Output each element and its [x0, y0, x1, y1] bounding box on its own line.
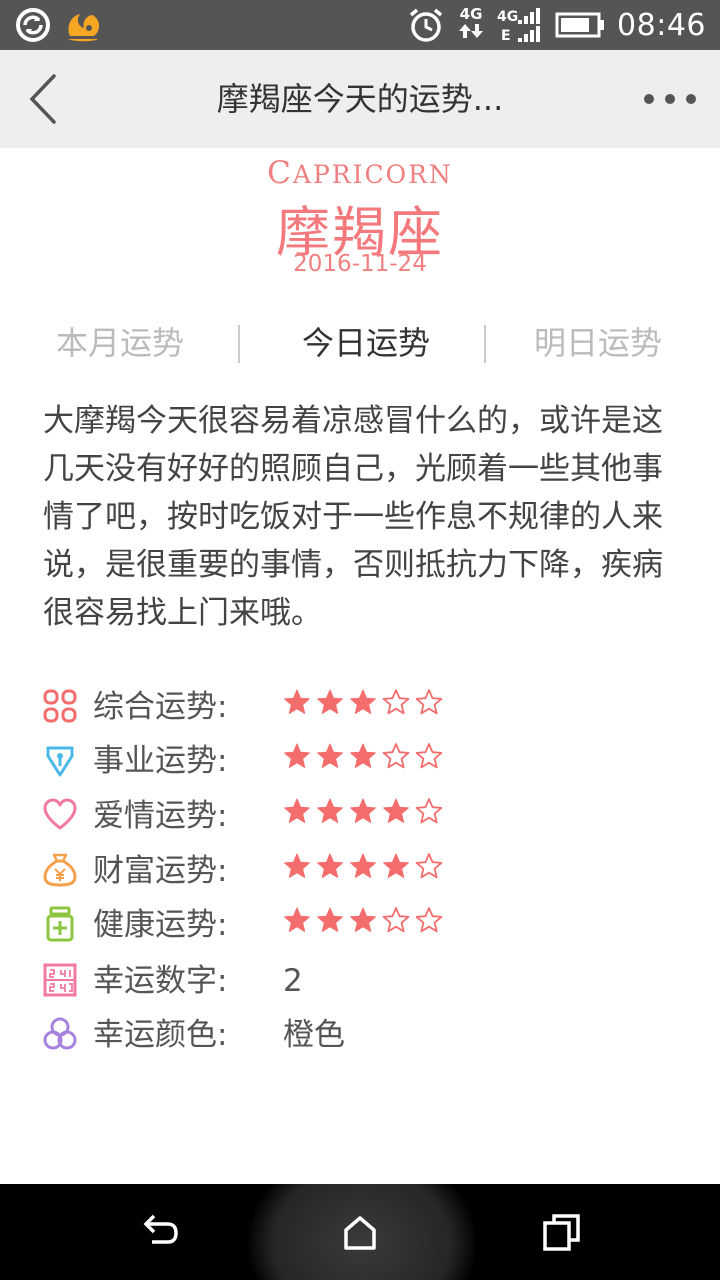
lucky-number-icon: [43, 963, 77, 997]
fortune-row-career: 事业运势:: [0, 734, 720, 788]
zodiac-english-name: CAPRICORN: [0, 155, 720, 191]
signal-type-bottom: E: [501, 28, 511, 44]
more-dot-icon: [686, 94, 696, 104]
more-dot-icon: [644, 94, 654, 104]
top-nav-bar: 摩羯座今天的运势...: [0, 50, 720, 148]
filled-star-icon: [350, 689, 376, 714]
lucky-number-row: 幸运数字: 2: [0, 954, 720, 1008]
fortune-row-wealth: 财富运势:: [0, 844, 720, 898]
filled-star-icon: [383, 798, 409, 823]
period-tabs: 本月运势 今日运势 明日运势: [0, 316, 720, 370]
signal-indicator: 4G E: [497, 6, 543, 44]
star-rating: [283, 906, 443, 942]
lucky-color-label: 幸运颜色:: [93, 1017, 228, 1053]
empty-star-icon: [415, 743, 443, 769]
horoscope-date: 2016-11-24: [293, 251, 427, 277]
love-heart-icon: [43, 798, 77, 830]
filled-star-icon: [317, 907, 343, 932]
lucky-color-row: 幸运颜色: 橙色: [0, 1008, 720, 1062]
fortune-label: 综合运势:: [93, 689, 228, 725]
back-arrow-icon[interactable]: [22, 72, 68, 126]
career-pen-icon: [46, 746, 74, 777]
filled-star-icon: [350, 798, 376, 823]
filled-star-icon: [317, 689, 343, 714]
empty-star-icon: [382, 743, 410, 769]
back-icon[interactable]: [138, 1210, 182, 1254]
filled-star-icon: [350, 907, 376, 932]
empty-star-icon: [382, 907, 410, 933]
empty-star-icon: [382, 689, 410, 715]
data-arrows-icon: [459, 24, 484, 38]
more-dot-icon: [665, 94, 675, 104]
zodiac-english-initial: C: [267, 155, 293, 191]
filled-star-icon: [350, 743, 376, 768]
sync-icon: [16, 8, 50, 42]
home-icon[interactable]: [338, 1210, 382, 1254]
more-options-button[interactable]: [644, 86, 696, 112]
page-title: 摩羯座今天的运势...: [216, 80, 504, 118]
status-left: [14, 6, 104, 44]
filled-star-icon: [284, 689, 310, 714]
network-type-label: 4G: [459, 5, 483, 23]
filled-star-icon: [284, 798, 310, 823]
tab-this-month[interactable]: 本月运势: [20, 316, 220, 370]
filled-star-icon: [317, 853, 343, 878]
fortune-row-love: 爱情运势:: [0, 789, 720, 843]
filled-star-icon: [284, 853, 310, 878]
fortune-row-overall: 综合运势:: [0, 680, 720, 734]
lucky-color-icon: [43, 1017, 77, 1050]
clock-time: 08:46: [617, 7, 706, 43]
lucky-number-value: 2: [283, 963, 303, 999]
empty-star-icon: [415, 907, 443, 933]
fortune-label: 爱情运势:: [93, 798, 228, 834]
filled-star-icon: [317, 743, 343, 768]
tab-divider: [484, 325, 486, 363]
status-bar: 4G 4G E 08:46: [0, 0, 720, 50]
lucky-color-value: 橙色: [283, 1017, 345, 1053]
star-rating: [283, 742, 443, 778]
overall-grid-icon: [43, 689, 77, 723]
tab-today[interactable]: 今日运势: [266, 316, 466, 370]
fortune-label: 财富运势:: [93, 853, 228, 889]
filled-star-icon: [350, 853, 376, 878]
star-rating: [283, 797, 443, 833]
filled-star-icon: [284, 743, 310, 768]
fortune-label: 事业运势:: [93, 743, 228, 779]
filled-star-icon: [383, 853, 409, 878]
zodiac-english-rest: APRICORN: [292, 160, 453, 189]
star-rating: [283, 852, 443, 888]
tab-tomorrow[interactable]: 明日运势: [498, 316, 698, 370]
recent-apps-icon[interactable]: [540, 1210, 584, 1254]
alarm-clock-icon: [409, 8, 443, 42]
system-nav-bar: [0, 1184, 720, 1280]
network-4g-indicator: 4G: [457, 7, 485, 43]
uc-browser-icon: [68, 14, 100, 42]
empty-star-icon: [415, 798, 443, 824]
empty-star-icon: [415, 853, 443, 879]
health-bottle-icon: [46, 906, 74, 942]
tab-divider: [238, 325, 240, 363]
signal-type-top: 4G: [497, 9, 519, 25]
battery-icon: [555, 12, 605, 38]
fortune-row-health: 健康运势:: [0, 898, 720, 952]
status-right: 4G 4G E 08:46: [407, 6, 706, 44]
fortune-label: 健康运势:: [93, 907, 228, 943]
filled-star-icon: [284, 907, 310, 932]
star-rating: [283, 688, 443, 724]
lucky-number-label: 幸运数字:: [93, 963, 228, 999]
filled-star-icon: [317, 798, 343, 823]
empty-star-icon: [415, 689, 443, 715]
signal-bars-icon: [518, 8, 541, 42]
wealth-moneybag-icon: [43, 853, 77, 887]
fortune-description: 大摩羯今天很容易着凉感冒什么的，或许是这几天没有好好的照顾自己，光顾着一些其他事…: [43, 403, 663, 631]
